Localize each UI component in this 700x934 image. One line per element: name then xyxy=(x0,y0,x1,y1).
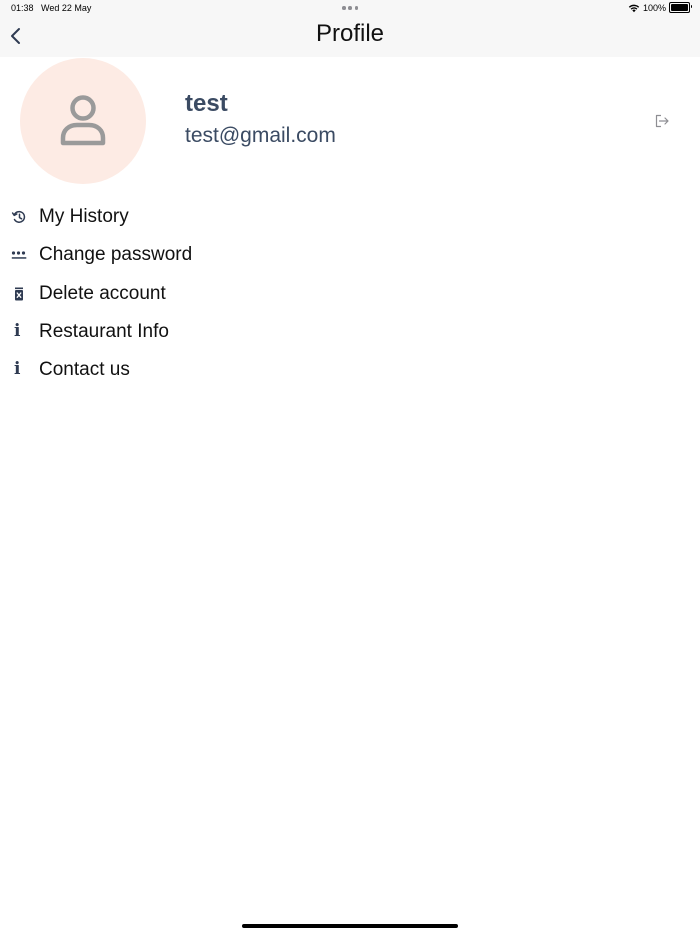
logout-icon xyxy=(655,114,669,128)
history-icon xyxy=(11,209,27,225)
multitasking-dots-icon[interactable] xyxy=(342,6,358,10)
menu-label: Change password xyxy=(39,244,193,266)
trash-icon xyxy=(11,286,27,302)
status-date: Wed 22 May xyxy=(41,3,92,13)
info-icon: i xyxy=(14,320,21,341)
menu-item-delete-account[interactable]: Delete account xyxy=(0,275,700,313)
menu-label: Delete account xyxy=(39,282,166,304)
menu-item-restaurant-info[interactable]: i Restaurant Info xyxy=(0,313,700,351)
info-icon: i xyxy=(14,359,21,380)
home-indicator[interactable] xyxy=(242,924,458,928)
menu-label: Restaurant Info xyxy=(39,320,169,342)
profile-menu: My History Change password Delete accoun… xyxy=(0,198,700,389)
status-indicators: 100% xyxy=(628,2,692,13)
page-title: Profile xyxy=(315,20,385,47)
header-zone: 01:38 Wed 22 May 100% Profile xyxy=(0,0,700,57)
menu-item-my-history[interactable]: My History xyxy=(0,198,700,236)
status-time: 01:38 xyxy=(11,3,34,13)
logout-button[interactable] xyxy=(654,113,670,129)
battery-percent: 100% xyxy=(642,2,666,13)
person-icon xyxy=(60,95,106,146)
menu-item-contact-us[interactable]: i Contact us xyxy=(0,351,700,389)
user-email: test@gmail.com xyxy=(185,124,336,147)
menu-label: My History xyxy=(39,206,129,227)
nav-bar: Profile xyxy=(0,17,700,57)
wifi-icon xyxy=(628,4,640,12)
menu-label: Contact us xyxy=(39,359,130,381)
status-bar: 01:38 Wed 22 May 100% xyxy=(0,0,700,17)
menu-item-change-password[interactable]: Change password xyxy=(0,236,700,274)
battery-icon xyxy=(669,2,692,13)
password-dots-icon xyxy=(11,247,27,263)
avatar xyxy=(20,58,146,184)
user-name: test xyxy=(185,90,228,117)
